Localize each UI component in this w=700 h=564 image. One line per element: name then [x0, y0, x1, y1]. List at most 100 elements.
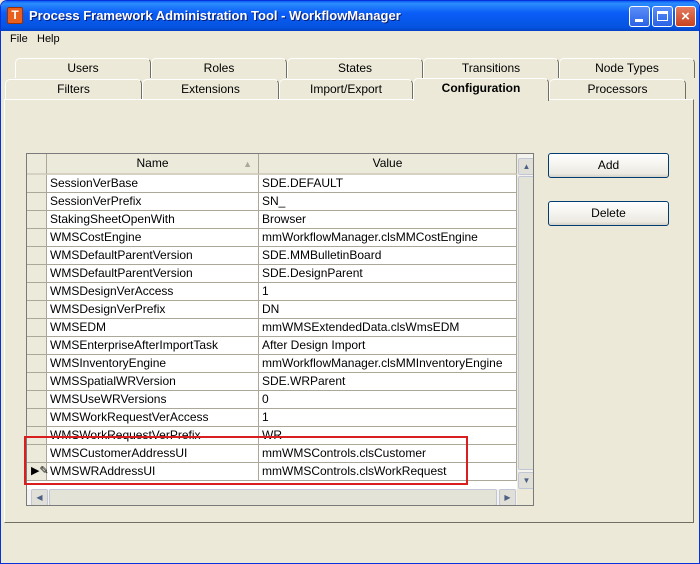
cell-value[interactable]: mmWMSControls.clsWorkRequest — [259, 463, 517, 481]
cell-value[interactable]: SN_ — [259, 193, 517, 211]
tab-processors[interactable]: Processors — [549, 79, 686, 99]
table-row[interactable]: WMSDefaultParentVersion SDE.MMBulletinBoa… — [27, 247, 517, 265]
delete-button[interactable]: Delete — [548, 201, 669, 226]
cell-value[interactable]: SDE.DesignParent — [259, 265, 517, 283]
row-selector[interactable] — [27, 427, 47, 445]
cell-value[interactable]: mmWorkflowManager.clsMMCostEngine — [259, 229, 517, 247]
scroll-up-icon[interactable]: ▲ — [518, 158, 533, 175]
table-row[interactable]: SessionVerBase SDE.DEFAULT — [27, 175, 517, 193]
app-window: T Process Framework Administration Tool … — [0, 0, 700, 564]
tab-roles[interactable]: Roles — [151, 58, 287, 78]
app-icon: T — [7, 7, 23, 24]
tab-states[interactable]: States — [287, 58, 423, 78]
tab-configuration[interactable]: Configuration — [413, 78, 549, 101]
row-selector[interactable] — [27, 211, 47, 229]
close-icon: × — [681, 8, 690, 25]
column-header-name[interactable]: Name ▲ — [47, 154, 259, 175]
cell-name[interactable]: WMSDesignVerPrefix — [47, 301, 259, 319]
cell-name[interactable]: WMSDefaultParentVersion — [47, 265, 259, 283]
row-selector[interactable] — [27, 409, 47, 427]
cell-value[interactable]: 1 — [259, 283, 517, 301]
tab-transitions[interactable]: Transitions — [423, 58, 559, 78]
vertical-scroll-thumb[interactable] — [518, 176, 533, 470]
table-row[interactable]: WMSSpatialWRVersion SDE.WRParent — [27, 373, 517, 391]
cell-name[interactable]: SessionVerPrefix — [47, 193, 259, 211]
cell-name[interactable]: WMSCustomerAddressUI — [47, 445, 259, 463]
cell-name[interactable]: WMSUseWRVersions — [47, 391, 259, 409]
row-selector[interactable] — [27, 445, 47, 463]
cell-value[interactable]: 0 — [259, 391, 517, 409]
horizontal-scroll-thumb[interactable] — [49, 489, 497, 505]
table-row[interactable]: WMSInventoryEngine mmWorkflowManager.clsM… — [27, 355, 517, 373]
table-row[interactable]: ▶✎ WMSWRAddressUI mmWMSControls.clsWorkReq… — [27, 463, 517, 481]
cell-name[interactable]: WMSDesignVerAccess — [47, 283, 259, 301]
table-row[interactable]: WMSUseWRVersions 0 — [27, 391, 517, 409]
menu-file[interactable]: File — [10, 33, 28, 45]
cell-value[interactable]: Browser — [259, 211, 517, 229]
cell-value[interactable]: After Design Import — [259, 337, 517, 355]
tab-extensions[interactable]: Extensions — [142, 79, 279, 99]
table-row[interactable]: WMSWorkRequestVerAccess 1 — [27, 409, 517, 427]
table-row[interactable]: WMSEDM mmWMSExtendedData.clsWmsEDM — [27, 319, 517, 337]
tab-import-export[interactable]: Import/Export — [279, 79, 413, 99]
table-row[interactable]: WMSDesignVerPrefix DN — [27, 301, 517, 319]
row-selector[interactable] — [27, 229, 47, 247]
column-header-value[interactable]: Value — [259, 154, 517, 175]
row-selector[interactable]: ▶✎ — [27, 463, 49, 481]
cell-name[interactable]: WMSCostEngine — [47, 229, 259, 247]
close-button[interactable]: × — [675, 6, 696, 27]
cell-name[interactable]: WMSInventoryEngine — [47, 355, 259, 373]
table-row[interactable]: WMSEnterpriseAfterImportTask After Design… — [27, 337, 517, 355]
row-selector[interactable] — [27, 319, 47, 337]
table-row[interactable]: WMSCustomerAddressUI mmWMSControls.clsCus… — [27, 445, 517, 463]
table-row[interactable]: WMSCostEngine mmWorkflowManager.clsMMCost… — [27, 229, 517, 247]
row-selector[interactable] — [27, 175, 47, 193]
cell-name[interactable]: WMSWRAddressUI — [47, 463, 259, 481]
cell-name[interactable]: StakingSheetOpenWith — [47, 211, 259, 229]
cell-value[interactable]: mmWMSControls.clsCustomer — [259, 445, 517, 463]
row-selector[interactable] — [27, 391, 47, 409]
cell-value[interactable]: mmWMSExtendedData.clsWmsEDM — [259, 319, 517, 337]
scroll-down-icon[interactable]: ▼ — [518, 472, 533, 489]
cell-value[interactable]: WR — [259, 427, 517, 445]
table-row[interactable]: StakingSheetOpenWith Browser — [27, 211, 517, 229]
scroll-right-icon[interactable]: ▶ — [499, 489, 516, 505]
cell-value[interactable]: SDE.WRParent — [259, 373, 517, 391]
cell-name[interactable]: SessionVerBase — [47, 175, 259, 193]
cell-value[interactable]: SDE.DEFAULT — [259, 175, 517, 193]
cell-name[interactable]: WMSDefaultParentVersion — [47, 247, 259, 265]
menu-help[interactable]: Help — [37, 33, 60, 45]
scroll-left-icon[interactable]: ◀ — [31, 489, 48, 505]
cell-value[interactable]: DN — [259, 301, 517, 319]
cell-name[interactable]: WMSWorkRequestVerPrefix — [47, 427, 259, 445]
table-row[interactable]: SessionVerPrefix SN_ — [27, 193, 517, 211]
row-selector[interactable] — [27, 283, 47, 301]
row-selector[interactable] — [27, 247, 47, 265]
configuration-grid[interactable]: Name ▲ Value SessionVerBase SDE.DEFAULT Se… — [26, 153, 534, 506]
cell-value[interactable]: 1 — [259, 409, 517, 427]
row-selector[interactable] — [27, 355, 47, 373]
table-row[interactable]: WMSWorkRequestVerPrefix WR — [27, 427, 517, 445]
table-row[interactable]: WMSDefaultParentVersion SDE.DesignParent — [27, 265, 517, 283]
cell-value[interactable]: SDE.MMBulletinBoard — [259, 247, 517, 265]
row-selector[interactable] — [27, 337, 47, 355]
horizontal-scrollbar[interactable]: ◀ ▶ — [27, 489, 517, 505]
vertical-scrollbar[interactable]: ▲ ▼ — [517, 154, 533, 489]
cell-name[interactable]: WMSWorkRequestVerAccess — [47, 409, 259, 427]
tab-filters[interactable]: Filters — [5, 79, 142, 99]
table-row[interactable]: WMSDesignVerAccess 1 — [27, 283, 517, 301]
cell-name[interactable]: WMSEnterpriseAfterImportTask — [47, 337, 259, 355]
minimize-button[interactable] — [629, 6, 650, 27]
cell-value[interactable]: mmWorkflowManager.clsMMInventoryEngine — [259, 355, 517, 373]
title-bar[interactable]: T Process Framework Administration Tool … — [1, 1, 699, 31]
cell-name[interactable]: WMSEDM — [47, 319, 259, 337]
maximize-button[interactable] — [652, 6, 673, 27]
row-selector[interactable] — [27, 193, 47, 211]
tab-node-types[interactable]: Node Types — [559, 58, 695, 78]
row-selector[interactable] — [27, 301, 47, 319]
cell-name[interactable]: WMSSpatialWRVersion — [47, 373, 259, 391]
tab-users[interactable]: Users — [15, 58, 151, 78]
row-selector[interactable] — [27, 265, 47, 283]
add-button[interactable]: Add — [548, 153, 669, 178]
row-selector[interactable] — [27, 373, 47, 391]
